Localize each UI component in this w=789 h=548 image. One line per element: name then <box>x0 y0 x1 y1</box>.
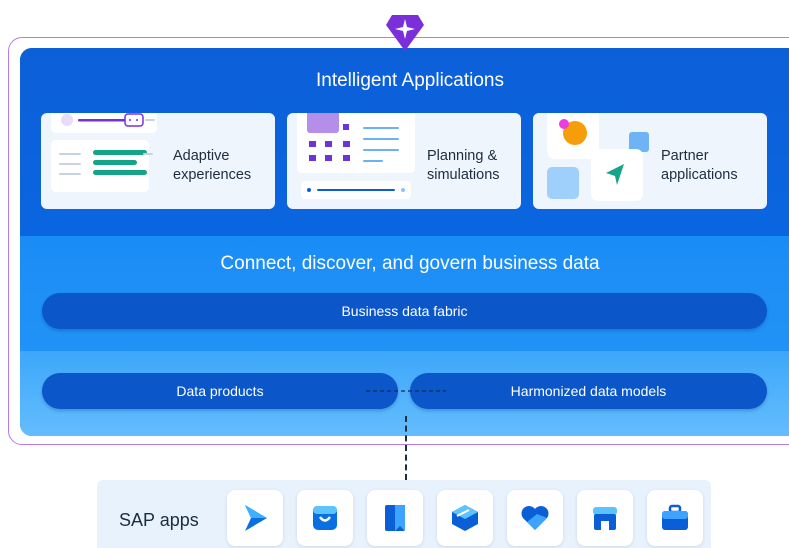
data-products-pill[interactable]: Data products <box>42 373 398 409</box>
card-partner-line2: applications <box>661 167 738 183</box>
data-fabric-layer: Connect, discover, and govern business d… <box>20 236 789 351</box>
card-planning-line2: simulations <box>427 167 500 183</box>
cube-icon[interactable] <box>437 490 493 546</box>
fabric-layer-title: Connect, discover, and govern business d… <box>220 253 600 274</box>
dashed-link-line <box>366 390 446 392</box>
card-partner-label: Partner applications <box>661 147 738 185</box>
card-adaptive-line1: Adaptive <box>173 148 230 164</box>
play-arrow-icon[interactable] <box>227 490 283 546</box>
intelligent-applications-layer: Intelligent Applications Adaptive experi… <box>20 48 789 236</box>
apps-layer-title: Intelligent Applications <box>315 70 504 91</box>
diamond-sparkle-icon <box>386 15 424 51</box>
card-adaptive-label: Adaptive experiences <box>173 147 251 185</box>
card-planning-line1: Planning & <box>427 148 498 164</box>
partner-applications-illustration <box>547 113 649 201</box>
shopping-bag-icon[interactable] <box>297 490 353 546</box>
storefront-icon[interactable] <box>577 490 633 546</box>
card-adaptive-experiences[interactable]: Adaptive experiences <box>41 113 275 209</box>
card-partner-line1: Partner <box>661 148 709 164</box>
platform-panel: Intelligent Applications Adaptive experi… <box>20 48 789 436</box>
card-adaptive-line2: experiences <box>173 167 252 183</box>
business-data-fabric-bar[interactable]: Business data fabric <box>42 293 767 329</box>
card-planning-simulations[interactable]: Planning & simulations <box>287 113 521 209</box>
sap-apps-label: SAP apps <box>119 510 199 530</box>
connector-line <box>405 416 407 480</box>
adaptive-experiences-illustration <box>51 113 157 192</box>
card-planning-label: Planning & simulations <box>427 147 500 185</box>
briefcase-icon[interactable] <box>647 490 703 546</box>
bookmark-icon[interactable] <box>367 490 423 546</box>
planning-simulations-illustration <box>297 113 415 199</box>
heart-icon[interactable] <box>507 490 563 546</box>
harmonized-data-models-pill[interactable]: Harmonized data models <box>410 373 767 409</box>
sap-apps-strip: SAP apps <box>97 480 711 548</box>
card-partner-applications[interactable]: Partner applications <box>533 113 767 209</box>
